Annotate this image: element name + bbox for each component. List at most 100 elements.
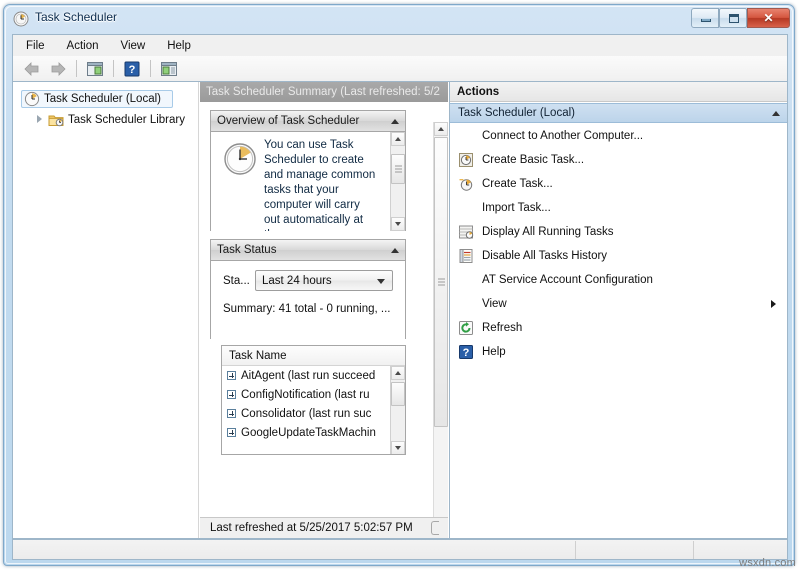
- scrollbar-thumb[interactable]: [434, 137, 448, 427]
- clock-icon: [224, 143, 256, 175]
- toolbar: ?: [12, 56, 788, 81]
- tree-item-task-scheduler-library[interactable]: Task Scheduler Library: [35, 110, 198, 129]
- status-bar-divider-1: [575, 541, 576, 559]
- minimize-button[interactable]: [691, 8, 719, 28]
- task-list-scrollbar[interactable]: [390, 366, 405, 454]
- expand-icon[interactable]: [227, 409, 236, 418]
- scrollbar-thumb[interactable]: [391, 382, 405, 406]
- show-hide-console-tree-button[interactable]: [83, 58, 107, 79]
- task-status-section-header[interactable]: Task Status: [211, 240, 405, 261]
- action-label: Disable All Tasks History: [482, 250, 608, 262]
- help-icon: ?: [459, 345, 473, 359]
- toolbar-separator-2: [113, 60, 114, 77]
- show-hide-action-pane-icon: [161, 61, 177, 76]
- refresh-icon: [459, 321, 473, 335]
- scrollbar-grip: [395, 165, 402, 173]
- history-icon: [459, 249, 473, 263]
- status-bar-divider-2: [693, 541, 694, 559]
- menu-item-view[interactable]: View: [112, 38, 155, 54]
- menu-bar: File Action View Help: [12, 34, 788, 56]
- list-item-label: AitAgent (last run succeed: [241, 369, 376, 382]
- actions-group-header[interactable]: Task Scheduler (Local): [450, 103, 787, 123]
- summary-pane-header: Task Scheduler Summary (Last refreshed: …: [200, 82, 448, 102]
- no-icon: [458, 296, 474, 312]
- scroll-down-button[interactable]: [391, 441, 405, 454]
- action-label: Import Task...: [482, 202, 551, 214]
- action-display-all-running-tasks[interactable]: Display All Running Tasks: [450, 220, 787, 244]
- forward-button[interactable]: [46, 58, 70, 79]
- tree-item-selected-wrapper: Task Scheduler (Local): [21, 89, 173, 108]
- action-view[interactable]: View: [450, 292, 787, 316]
- expand-icon[interactable]: [227, 428, 236, 437]
- help-button[interactable]: ?: [120, 58, 144, 79]
- resize-grip[interactable]: [431, 521, 439, 535]
- window-title: Task Scheduler: [35, 10, 118, 24]
- actions-list: Connect to Another Computer... Create Ba…: [450, 124, 787, 364]
- chevron-down-icon: [395, 446, 401, 450]
- menu-item-help[interactable]: Help: [158, 38, 200, 54]
- scroll-up-button[interactable]: [391, 132, 405, 146]
- last-refreshed-text: Last refreshed at 5/25/2017 5:02:57 PM: [210, 522, 413, 534]
- action-create-basic-task[interactable]: Create Basic Task...: [450, 148, 787, 172]
- no-icon: [458, 128, 474, 144]
- task-list-column-header[interactable]: Task Name: [222, 346, 405, 366]
- list-item-label: GoogleUpdateTaskMachin: [241, 426, 376, 439]
- no-icon: [458, 272, 474, 288]
- back-button[interactable]: [20, 58, 44, 79]
- status-time-range-value: Last 24 hours: [262, 274, 332, 287]
- toolbar-separator-3: [150, 60, 151, 77]
- menu-item-action[interactable]: Action: [58, 38, 108, 54]
- chevron-up-icon[interactable]: [391, 247, 399, 253]
- maximize-button[interactable]: [719, 8, 747, 28]
- actions-pane-header: Actions: [450, 82, 787, 102]
- action-disable-all-tasks-history[interactable]: Disable All Tasks History: [450, 244, 787, 268]
- action-connect-to-another-computer[interactable]: Connect to Another Computer...: [450, 124, 787, 148]
- task-status-content: Sta... Last 24 hours Summary: 41 total -…: [211, 261, 405, 339]
- list-item[interactable]: ConfigNotification (last ru: [222, 385, 390, 404]
- overview-section: Overview of Task Scheduler You can use T…: [210, 110, 406, 231]
- tree-item-task-scheduler-local[interactable]: Task Scheduler (Local): [21, 89, 198, 108]
- overview-scrollbar[interactable]: [390, 132, 405, 231]
- summary-pane: Task Scheduler Summary (Last refreshed: …: [200, 82, 448, 538]
- close-button[interactable]: ✕: [747, 8, 790, 28]
- chevron-down-icon: [377, 279, 385, 284]
- action-at-service-account-configuration[interactable]: AT Service Account Configuration: [450, 268, 787, 292]
- list-item[interactable]: Consolidator (last run suc: [222, 404, 390, 423]
- list-item[interactable]: AitAgent (last run succeed: [222, 366, 390, 385]
- summary-pane-body: Overview of Task Scheduler You can use T…: [200, 102, 448, 519]
- expand-icon[interactable]: [227, 390, 236, 399]
- show-hide-console-tree-icon: [87, 61, 103, 76]
- summary-pane-status-bar: Last refreshed at 5/25/2017 5:02:57 PM: [200, 517, 448, 538]
- action-create-task[interactable]: Create Task...: [450, 172, 787, 196]
- action-help[interactable]: ? Help: [450, 340, 787, 364]
- task-list-rows: AitAgent (last run succeed ConfigNotific…: [222, 366, 390, 454]
- chevron-up-icon[interactable]: [772, 110, 780, 116]
- scrollbar-thumb[interactable]: [391, 154, 405, 184]
- status-time-range-select[interactable]: Last 24 hours: [255, 270, 393, 291]
- chevron-up-icon: [395, 137, 401, 141]
- actions-group-title: Task Scheduler (Local): [458, 107, 575, 119]
- forward-icon: [51, 61, 66, 76]
- folder-clock-icon: [48, 115, 64, 126]
- action-refresh[interactable]: Refresh: [450, 316, 787, 340]
- clock-icon: [24, 91, 40, 106]
- scroll-up-button[interactable]: [434, 122, 448, 136]
- expand-icon[interactable]: [227, 371, 236, 380]
- create-task-icon: [459, 179, 473, 191]
- tree-item-label: Task Scheduler (Local): [44, 92, 161, 105]
- task-name-list: Task Name AitAgent (last run succeed Con…: [221, 345, 406, 455]
- list-item[interactable]: GoogleUpdateTaskMachin: [222, 423, 390, 442]
- chevron-right-icon[interactable]: [35, 114, 46, 125]
- chevron-up-icon[interactable]: [391, 118, 399, 124]
- overview-section-header[interactable]: Overview of Task Scheduler: [211, 111, 405, 132]
- scroll-up-button[interactable]: [391, 366, 405, 380]
- scroll-down-button[interactable]: [391, 217, 405, 231]
- task-scheduler-window: Task Scheduler ✕ File Action View Help ?…: [3, 4, 795, 566]
- summary-pane-scrollbar[interactable]: [433, 122, 448, 519]
- close-icon: ✕: [763, 11, 774, 25]
- action-import-task[interactable]: Import Task...: [450, 196, 787, 220]
- console-tree-pane: Task Scheduler (Local) Task Scheduler Li…: [13, 82, 199, 538]
- show-hide-action-pane-button[interactable]: [157, 58, 181, 79]
- menu-item-file[interactable]: File: [17, 38, 54, 54]
- back-icon: [24, 61, 39, 76]
